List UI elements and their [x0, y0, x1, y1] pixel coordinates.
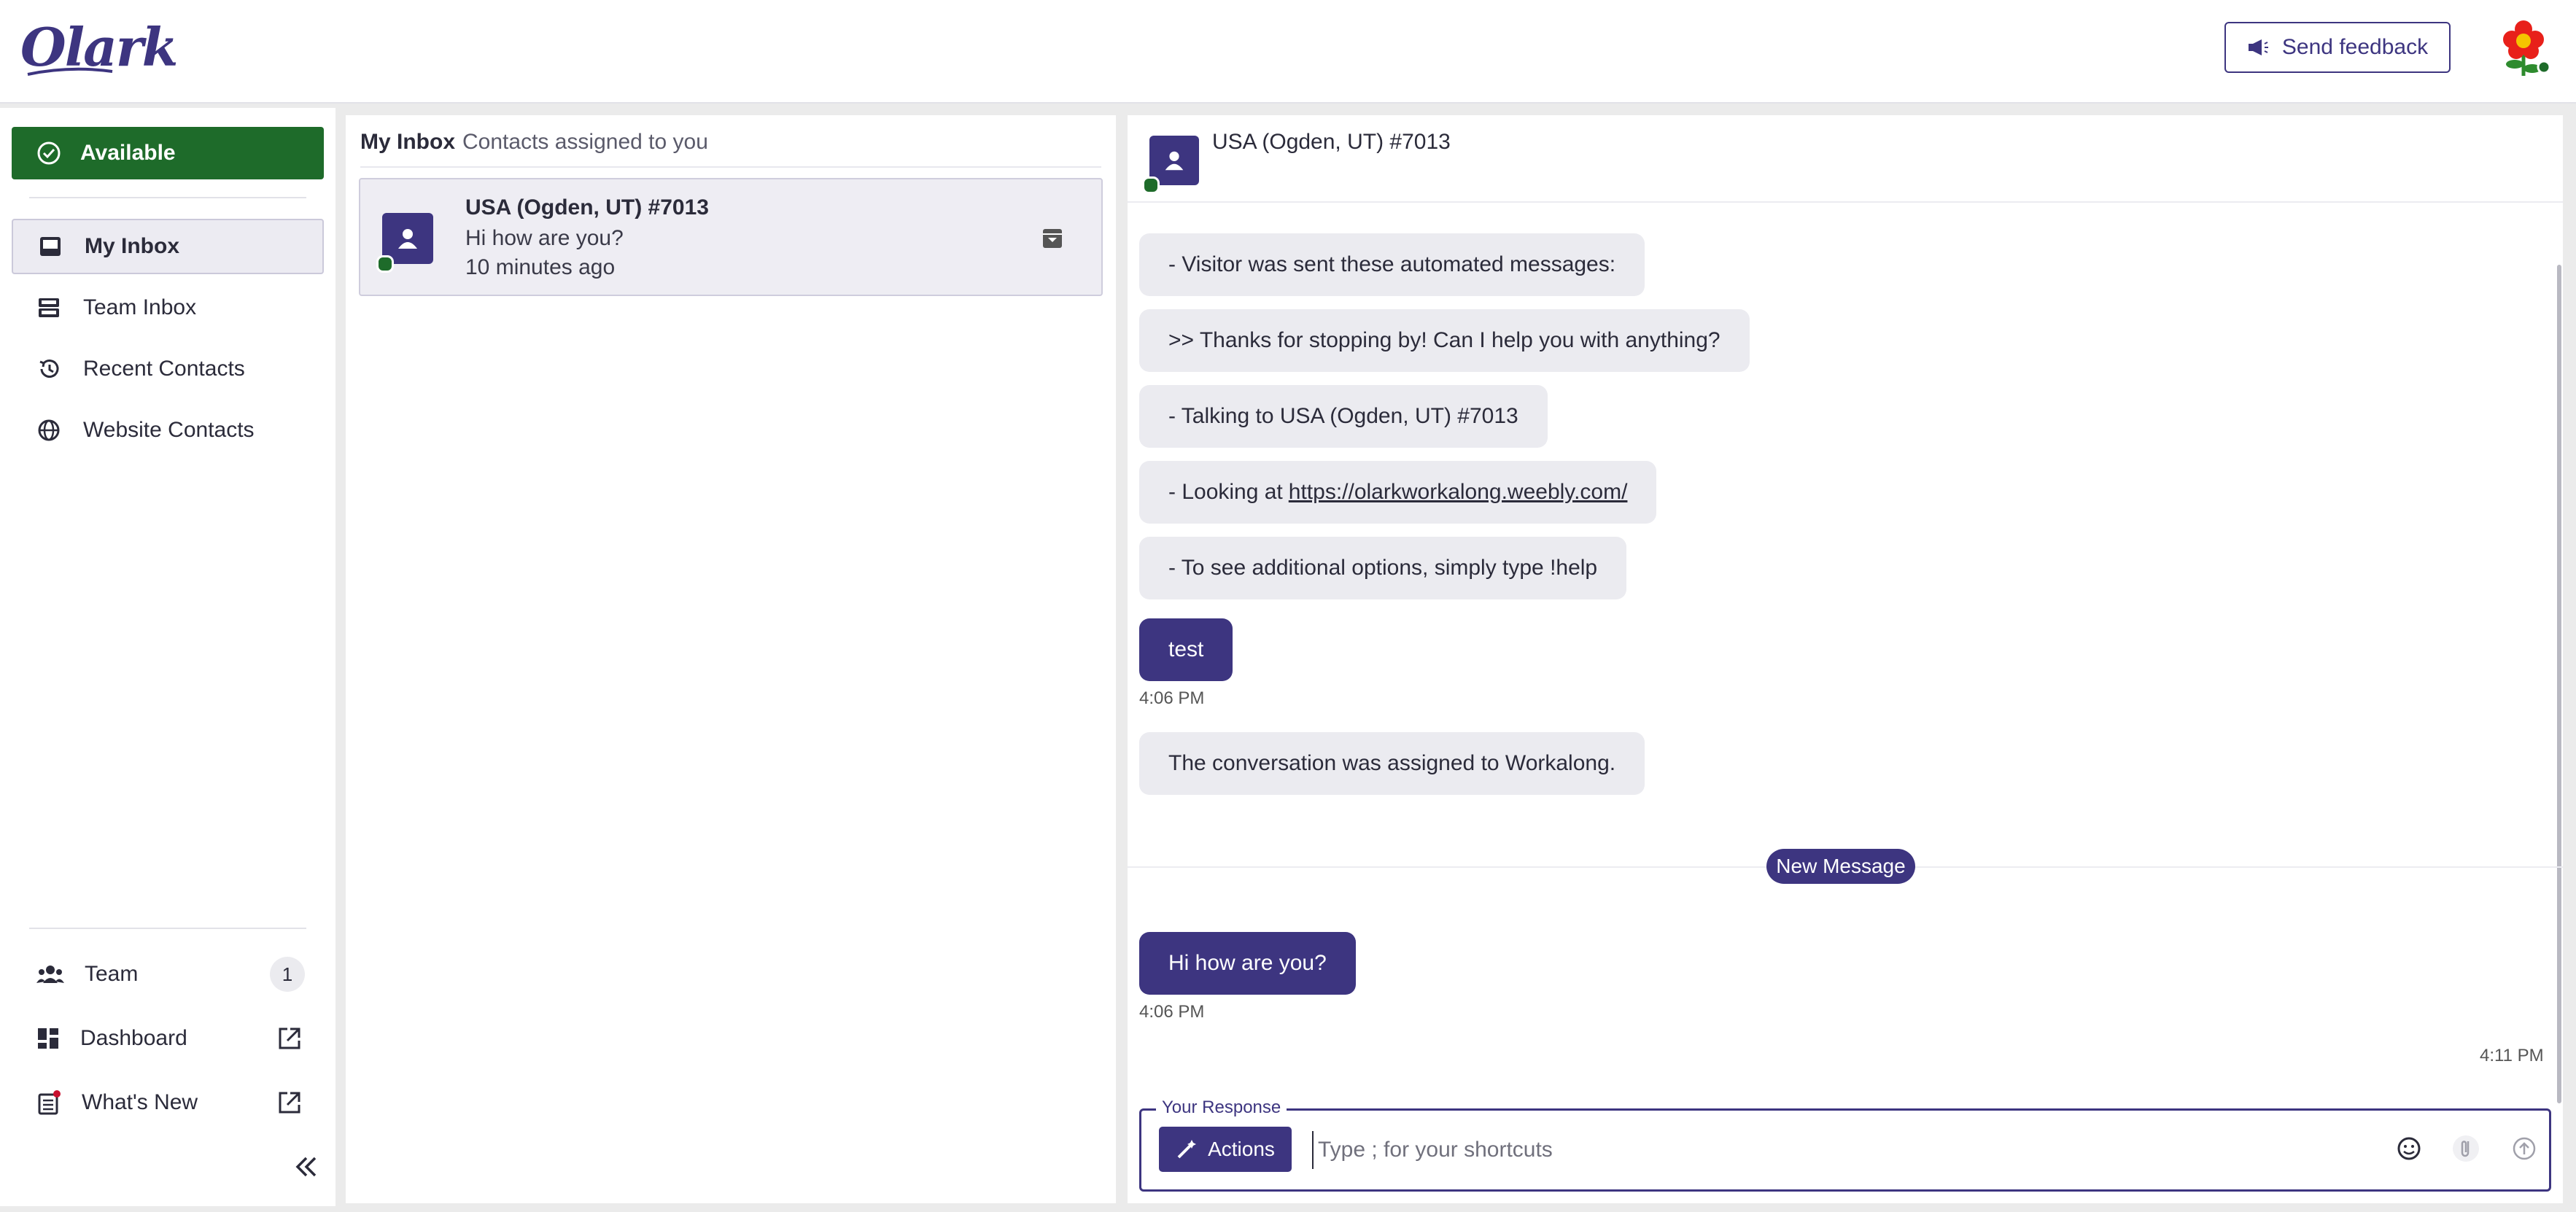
top-bar: Olark Send feedback	[0, 0, 2576, 104]
history-icon	[36, 357, 61, 381]
team-label: Team	[85, 962, 139, 986]
person-icon	[398, 229, 417, 249]
message-timestamp: 4:06 PM	[1139, 688, 1205, 708]
inbox-title: My Inbox	[360, 130, 456, 154]
logo-swoosh-icon	[27, 67, 113, 76]
availability-button[interactable]: Available	[12, 127, 324, 179]
response-input[interactable]	[1312, 1131, 2340, 1169]
operator-message: Hi how are you?	[1139, 932, 1356, 995]
availability-label: Available	[80, 141, 176, 165]
response-composer: Your Response Actions	[1139, 1098, 2551, 1192]
external-link-icon	[279, 1092, 300, 1114]
actions-button[interactable]: Actions	[1159, 1127, 1292, 1172]
user-avatar-flower-icon[interactable]	[2494, 18, 2553, 79]
contact-list-item[interactable]: USA (Ogden, UT) #7013 Hi how are you? 10…	[359, 178, 1103, 296]
actions-label: Actions	[1208, 1138, 1275, 1160]
operator-message: test	[1139, 618, 1233, 681]
looking-at-prefix: - Looking at	[1168, 480, 1283, 504]
person-icon	[1165, 151, 1184, 171]
globe-icon	[36, 418, 61, 443]
contact-last-message: Hi how are you?	[465, 226, 624, 250]
sidebar-item-my-inbox[interactable]: My Inbox	[12, 219, 324, 274]
attachment-icon[interactable]	[2450, 1133, 2482, 1165]
inbox-subtitle: Contacts assigned to you	[462, 130, 708, 154]
response-legend: Your Response	[1156, 1098, 1287, 1118]
sidebar-item-label: Team Inbox	[83, 295, 197, 319]
sidebar-item-whats-new[interactable]: What's New	[12, 1075, 324, 1130]
online-status-dot	[376, 255, 394, 273]
dashboard-icon	[38, 1028, 58, 1049]
sidebar: Available My Inbox Team Inbox Recent Con…	[0, 108, 335, 1206]
contact-time: 10 minutes ago	[465, 255, 616, 279]
chat-title: USA (Ogden, UT) #7013	[1212, 130, 1451, 154]
chat-panel: USA (Ogden, UT) #7013 - Visitor was sent…	[1128, 115, 2563, 1203]
sidebar-item-dashboard[interactable]: Dashboard	[12, 1011, 324, 1066]
send-feedback-button[interactable]: Send feedback	[2224, 22, 2451, 73]
whats-new-label: What's New	[82, 1090, 198, 1114]
news-icon	[38, 1090, 61, 1115]
team-icon	[36, 966, 64, 983]
sidebar-item-team-inbox[interactable]: Team Inbox	[12, 280, 324, 335]
contact-name: USA (Ogden, UT) #7013	[465, 195, 709, 220]
send-icon[interactable]	[2508, 1133, 2540, 1165]
chat-scrollbar[interactable]	[2557, 265, 2561, 1103]
magic-wand-icon	[1177, 1140, 1197, 1159]
sidebar-item-website-contacts[interactable]: Website Contacts	[12, 403, 324, 458]
check-circle-icon	[37, 141, 61, 165]
megaphone-icon	[2248, 39, 2268, 55]
system-message: - To see additional options, simply type…	[1139, 537, 1627, 599]
chat-header: USA (Ogden, UT) #7013	[1128, 115, 2563, 203]
team-inbox-icon	[36, 295, 61, 320]
divider	[29, 197, 306, 198]
system-message: >> Thanks for stopping by! Can I help yo…	[1139, 309, 1750, 372]
send-feedback-label: Send feedback	[2281, 35, 2429, 59]
inbox-icon	[38, 234, 63, 259]
system-message: The conversation was assigned to Workalo…	[1139, 732, 1645, 795]
system-message: - Visitor was sent these automated messa…	[1139, 233, 1645, 296]
sidebar-item-label: My Inbox	[85, 234, 180, 258]
system-message: - Looking at https://olarkworkalong.weeb…	[1139, 461, 1657, 524]
online-status-dot	[1142, 176, 1160, 194]
sidebar-item-label: Recent Contacts	[83, 357, 245, 381]
external-link-icon	[279, 1028, 300, 1049]
dashboard-label: Dashboard	[80, 1026, 187, 1050]
inbox-panel: My Inbox Contacts assigned to you USA (Og…	[346, 115, 1116, 1203]
new-message-badge: New Message	[1766, 849, 1915, 884]
inbox-header: My Inbox Contacts assigned to you	[360, 130, 1101, 168]
message-timestamp: 4:06 PM	[1139, 1002, 1205, 1022]
visited-page-link[interactable]: https://olarkworkalong.weebly.com/	[1289, 480, 1628, 505]
archive-icon[interactable]	[1040, 226, 1065, 251]
latest-timestamp: 4:11 PM	[2480, 1046, 2544, 1065]
team-count-badge: 1	[270, 957, 305, 992]
sidebar-item-label: Website Contacts	[83, 418, 255, 442]
divider	[29, 928, 306, 929]
collapse-sidebar-icon[interactable]	[289, 1151, 321, 1183]
emoji-icon[interactable]	[2393, 1133, 2425, 1165]
system-message: - Talking to USA (Ogden, UT) #7013	[1139, 385, 1548, 448]
sidebar-item-recent-contacts[interactable]: Recent Contacts	[12, 341, 324, 397]
sidebar-item-team[interactable]: Team 1	[12, 947, 324, 1002]
